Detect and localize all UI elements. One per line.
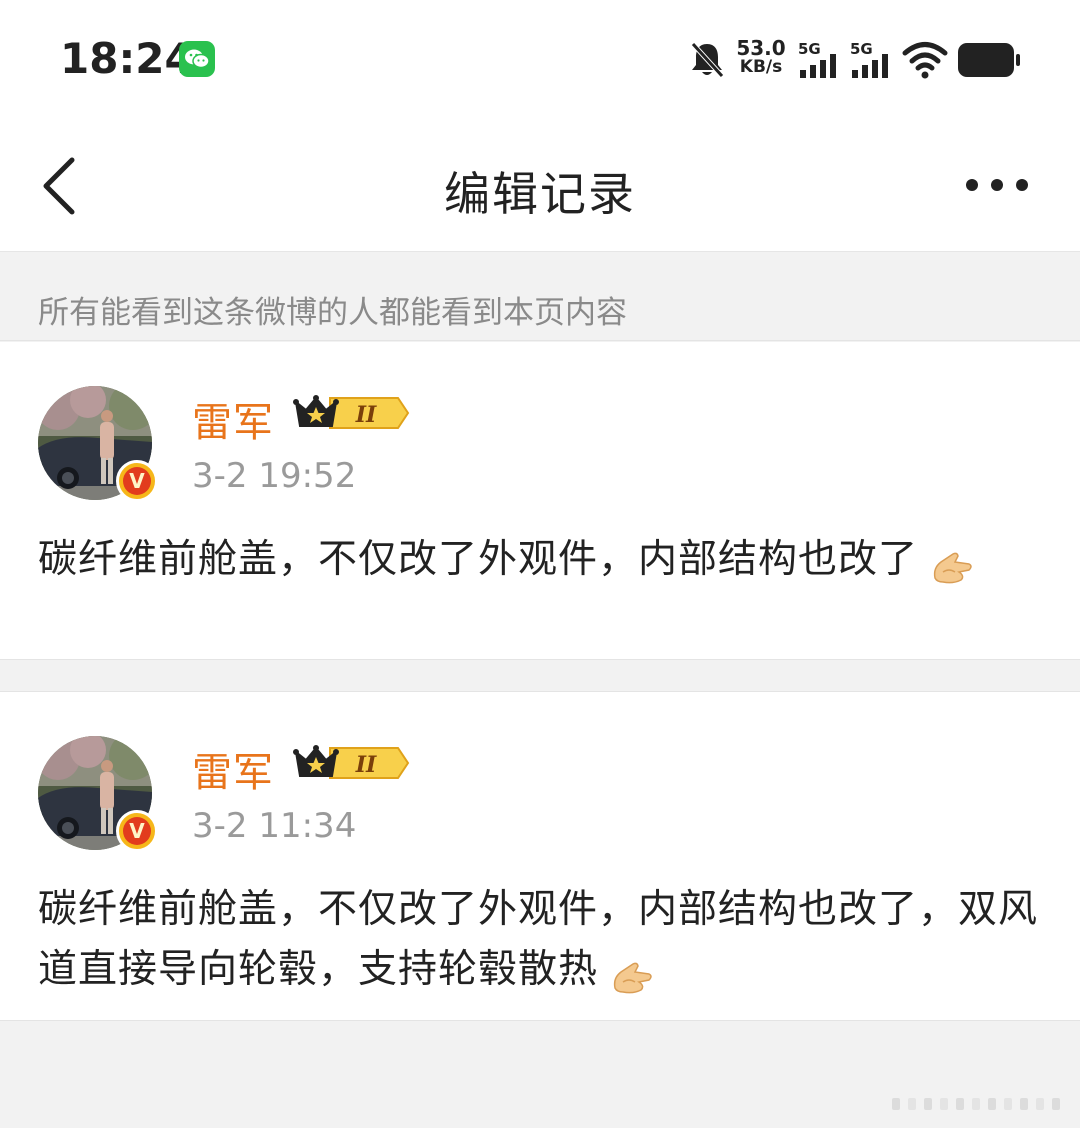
vip-crown-badge[interactable]: II: [292, 742, 410, 784]
page-title: 编辑记录: [444, 167, 636, 221]
vip-crown-badge[interactable]: II: [292, 392, 410, 434]
verified-mark: V: [123, 817, 151, 845]
nav-bar: 编辑记录: [0, 118, 1080, 252]
edit-record-card: V 雷军 II 3-2 19:52 碳纤维前舱盖，不仅改了外观件，内部结构也改了: [0, 342, 1080, 660]
battery-icon: [957, 42, 1021, 78]
visibility-notice: 所有能看到这条微博的人都能看到本页内容: [0, 253, 1080, 341]
network-speed-unit: KB/s: [739, 57, 783, 77]
notice-text: 所有能看到这条微博的人都能看到本页内容: [38, 295, 627, 331]
signal-icon: 5G: [798, 40, 842, 80]
username[interactable]: 雷军: [192, 740, 274, 798]
post-time: 3-2 11:34: [192, 806, 357, 846]
status-time: 18:24: [60, 34, 194, 83]
vip-level: II: [355, 752, 377, 778]
ok-hand-emoji-icon: [931, 544, 975, 583]
verified-badge: V: [116, 460, 158, 502]
phone-screen: 18:24 53.0 KB/s 5G 5G 编辑记录 所有能看到这条微博的人都能…: [0, 0, 1080, 1128]
post-text: 碳纤维前舱盖，不仅改了外观件，内部结构也改了，双风道直接导向轮毂，支持轮毂散热: [38, 880, 1048, 1000]
verified-mark: V: [123, 467, 151, 495]
gesture-bar-icon: [888, 1094, 1068, 1114]
post-time: 3-2 19:52: [192, 456, 357, 496]
more-dots-icon[interactable]: [962, 170, 1034, 200]
signal-icon: 5G: [850, 40, 894, 80]
ok-hand-emoji-icon: [611, 954, 655, 993]
wifi-icon: [902, 40, 948, 80]
network-speed-value: 53.0: [736, 36, 786, 60]
vip-level: II: [355, 402, 377, 428]
post-text: 碳纤维前舱盖，不仅改了外观件，内部结构也改了: [38, 530, 1048, 590]
post-text-content: 碳纤维前舱盖，不仅改了外观件，内部结构也改了: [38, 537, 919, 582]
bell-muted-icon: [688, 40, 726, 84]
network-speed: 53.0 KB/s: [736, 36, 786, 77]
wechat-icon: [179, 41, 215, 77]
status-bar: 18:24 53.0 KB/s 5G 5G: [0, 0, 1080, 118]
username[interactable]: 雷军: [192, 390, 274, 448]
verified-badge: V: [116, 810, 158, 852]
edit-record-card: V 雷军 II 3-2 11:34 碳纤维前舱盖，不仅改了外观件，内部结构也改了…: [0, 691, 1080, 1021]
post-text-content: 碳纤维前舱盖，不仅改了外观件，内部结构也改了，双风道直接导向轮毂，支持轮毂散热: [38, 887, 1039, 992]
